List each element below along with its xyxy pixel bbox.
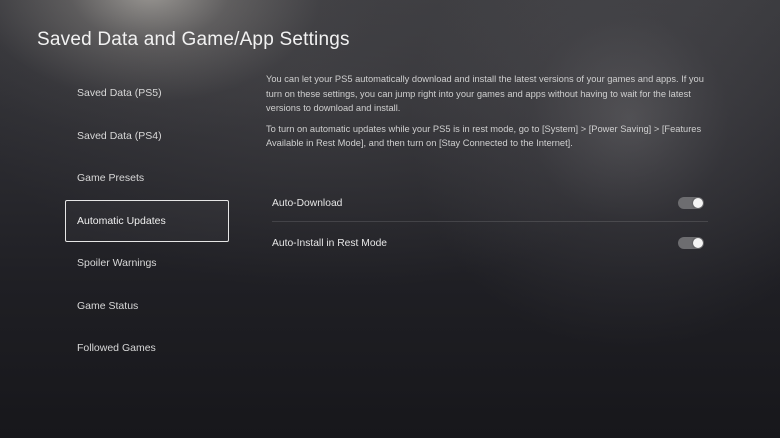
sidebar-item-followed-games[interactable]: Followed Games (65, 327, 229, 370)
sidebar-item-spoiler-warnings[interactable]: Spoiler Warnings (65, 242, 229, 285)
setting-label: Auto-Download (272, 197, 343, 209)
sidebar-item-label: Spoiler Warnings (77, 257, 157, 270)
auto-install-rest-mode-setting[interactable]: Auto-Install in Rest Mode (272, 226, 708, 260)
sidebar-item-label: Followed Games (77, 342, 156, 355)
sidebar-item-saved-data-ps5[interactable]: Saved Data (PS5) (65, 72, 229, 115)
sidebar-item-game-presets[interactable]: Game Presets (65, 157, 229, 200)
auto-install-rest-mode-toggle[interactable] (678, 237, 704, 249)
rest-mode-instructions: To turn on automatic updates while your … (266, 123, 702, 149)
settings-list: Auto-Download Auto-Install in Rest Mode (272, 186, 708, 260)
auto-download-setting[interactable]: Auto-Download (272, 186, 708, 220)
sidebar-item-saved-data-ps4[interactable]: Saved Data (PS4) (65, 115, 229, 158)
toggle-knob (693, 198, 703, 208)
description-paragraph: You can let your PS5 automatically downl… (266, 74, 704, 114)
sidebar-item-label: Game Status (77, 299, 139, 312)
sidebar-item-label: Saved Data (PS5) (77, 87, 162, 100)
sidebar-item-automatic-updates[interactable]: Automatic Updates (65, 199, 229, 242)
sidebar-menu: Saved Data (PS5) Saved Data (PS4) Game P… (65, 72, 229, 370)
settings-divider (272, 221, 708, 222)
page-title: Saved Data and Game/App Settings (37, 29, 350, 50)
auto-download-toggle[interactable] (678, 197, 704, 209)
sidebar-item-label: Game Presets (77, 172, 145, 185)
sidebar-item-label: Automatic Updates (77, 214, 166, 227)
toggle-knob (693, 238, 703, 248)
sidebar-item-label: Saved Data (PS4) (77, 129, 162, 142)
sidebar-item-game-status[interactable]: Game Status (65, 285, 229, 328)
setting-label: Auto-Install in Rest Mode (272, 237, 388, 249)
automatic-updates-description: You can let your PS5 automatically downl… (266, 72, 716, 157)
